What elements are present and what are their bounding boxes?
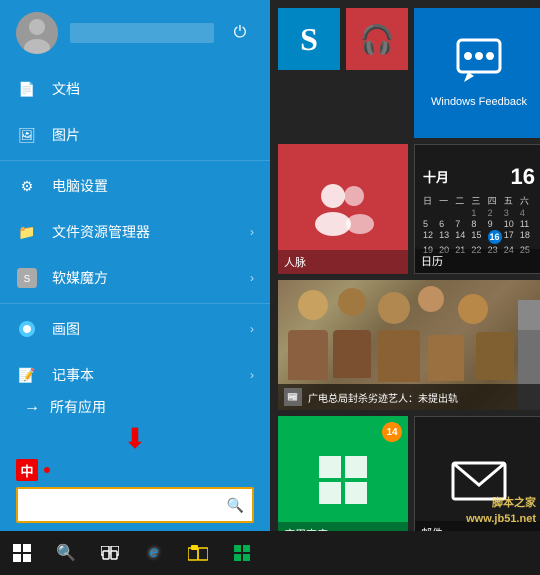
menu-item-pictures[interactable]: 🖼 图片: [0, 112, 270, 158]
avatar[interactable]: [16, 12, 58, 54]
softcube-label: 软媒魔方: [52, 268, 236, 288]
search-icon[interactable]: 🔍: [227, 497, 244, 514]
tile-store[interactable]: 14 应用商店: [278, 416, 408, 546]
menu-item-softcube[interactable]: S 软媒魔方 ›: [0, 255, 270, 301]
tile-people[interactable]: 人脉: [278, 144, 408, 274]
watermark: 脚本之家 www.jb51.net: [466, 496, 536, 527]
watermark-line1: 脚本之家: [466, 496, 536, 511]
start-menu: ⏻ 📄 文档 🖼 图片 ⚙ 电脑设置 📁 文件资源管理器 › S 软媒魔方 ›: [0, 0, 270, 531]
tiles-row-1: S 🎧 Windows Feedback: [278, 8, 540, 138]
ime-row: 中: [8, 457, 262, 483]
settings-label: 电脑设置: [52, 176, 254, 196]
tile-headphone[interactable]: 🎧: [346, 8, 408, 70]
taskbar-task-view[interactable]: [88, 531, 132, 575]
menu-items-list: 📄 文档 🖼 图片 ⚙ 电脑设置 📁 文件资源管理器 › S 软媒魔方 ›: [0, 66, 270, 385]
taskbar-ie[interactable]: e: [132, 531, 176, 575]
softcube-arrow: ›: [250, 271, 254, 285]
all-apps-label: 所有应用: [50, 397, 106, 417]
pictures-label: 图片: [52, 125, 254, 145]
store-badge: 14: [382, 422, 402, 442]
cal-grid: 日一二三四五六 1234 567891011 12131415161718 19…: [423, 194, 535, 255]
paint-arrow: ›: [250, 322, 254, 336]
documents-icon: 📄: [16, 78, 38, 100]
settings-icon: ⚙: [16, 175, 38, 197]
paint-label: 画图: [52, 319, 236, 339]
notepad-icon: 📝: [16, 364, 38, 385]
ime-dot: [44, 467, 50, 473]
divider-2: [0, 303, 270, 304]
tiles-row-3: 📰 广电总局封杀劣迹艺人：未提出轨: [278, 280, 540, 410]
headphone-icon: 🎧: [360, 23, 395, 56]
softcube-icon: S: [16, 267, 38, 289]
svg-text:S: S: [24, 274, 31, 285]
tile-news[interactable]: 📰 广电总局封杀劣迹艺人：未提出轨: [278, 280, 540, 410]
explorer-label: 文件资源管理器: [52, 222, 236, 242]
ime-indicator[interactable]: 中: [16, 459, 38, 481]
down-arrow-icon: ⬇: [123, 425, 146, 453]
menu-item-documents[interactable]: 📄 文档: [0, 66, 270, 112]
all-apps-item[interactable]: → 所有应用: [8, 389, 262, 425]
paint-icon: [16, 318, 38, 340]
calendar-label: 日历: [415, 249, 540, 273]
pictures-icon: 🖼: [16, 124, 38, 146]
winfeedback-label: Windows Feedback: [427, 95, 531, 109]
search-bar: 🔍: [16, 487, 254, 523]
tile-windows-feedback[interactable]: Windows Feedback: [414, 8, 540, 138]
people-icon: [308, 178, 378, 241]
menu-item-paint[interactable]: 画图 ›: [0, 306, 270, 352]
news-headline: 广电总局封杀劣迹艺人：未提出轨: [308, 390, 458, 405]
skype-icon: S: [300, 21, 318, 58]
user-name-bar: [70, 23, 214, 43]
power-button[interactable]: ⏻: [226, 19, 254, 47]
store-icon: [315, 452, 371, 511]
search-input[interactable]: [26, 498, 221, 513]
tile-skype[interactable]: S: [278, 8, 340, 70]
notepad-arrow: ›: [250, 368, 254, 382]
explorer-arrow: ›: [250, 225, 254, 239]
start-button[interactable]: [0, 531, 44, 575]
taskbar-explorer[interactable]: [176, 531, 220, 575]
news-image: 📰 广电总局封杀劣迹艺人：未提出轨: [278, 280, 540, 410]
cal-day: 16: [511, 164, 535, 190]
cal-month: 十月: [423, 167, 449, 186]
taskbar-search-button[interactable]: 🔍: [44, 531, 88, 575]
calendar-content: 十月 16 日一二三四五六 1234 567891011 12131415161…: [415, 158, 540, 261]
explorer-icon: 📁: [16, 221, 38, 243]
winfeedback-icon: [454, 36, 504, 89]
taskbar-store[interactable]: [220, 531, 264, 575]
divider-1: [0, 160, 270, 161]
user-header: ⏻: [0, 0, 270, 66]
news-overlay: 📰 广电总局封杀劣迹艺人：未提出轨: [278, 384, 540, 410]
watermark-line2: www.jb51.net: [466, 512, 536, 527]
tiles-row-2: 人脉 十月 16 日一二三四五六 1234 567891011 12131415…: [278, 144, 540, 274]
down-arrow-container: ⬇: [8, 425, 262, 453]
menu-item-notepad[interactable]: 📝 记事本 ›: [0, 352, 270, 385]
menu-item-settings[interactable]: ⚙ 电脑设置: [0, 163, 270, 209]
taskbar: 🔍 e: [0, 531, 540, 575]
menu-item-explorer[interactable]: 📁 文件资源管理器 ›: [0, 209, 270, 255]
news-source-icon: 📰: [284, 388, 302, 406]
tiles-panel: S 🎧 Windows Feedback: [270, 0, 540, 531]
people-label: 人脉: [278, 250, 408, 274]
tile-calendar[interactable]: 十月 16 日一二三四五六 1234 567891011 12131415161…: [414, 144, 540, 274]
documents-label: 文档: [52, 79, 254, 99]
notepad-label: 记事本: [52, 365, 236, 385]
